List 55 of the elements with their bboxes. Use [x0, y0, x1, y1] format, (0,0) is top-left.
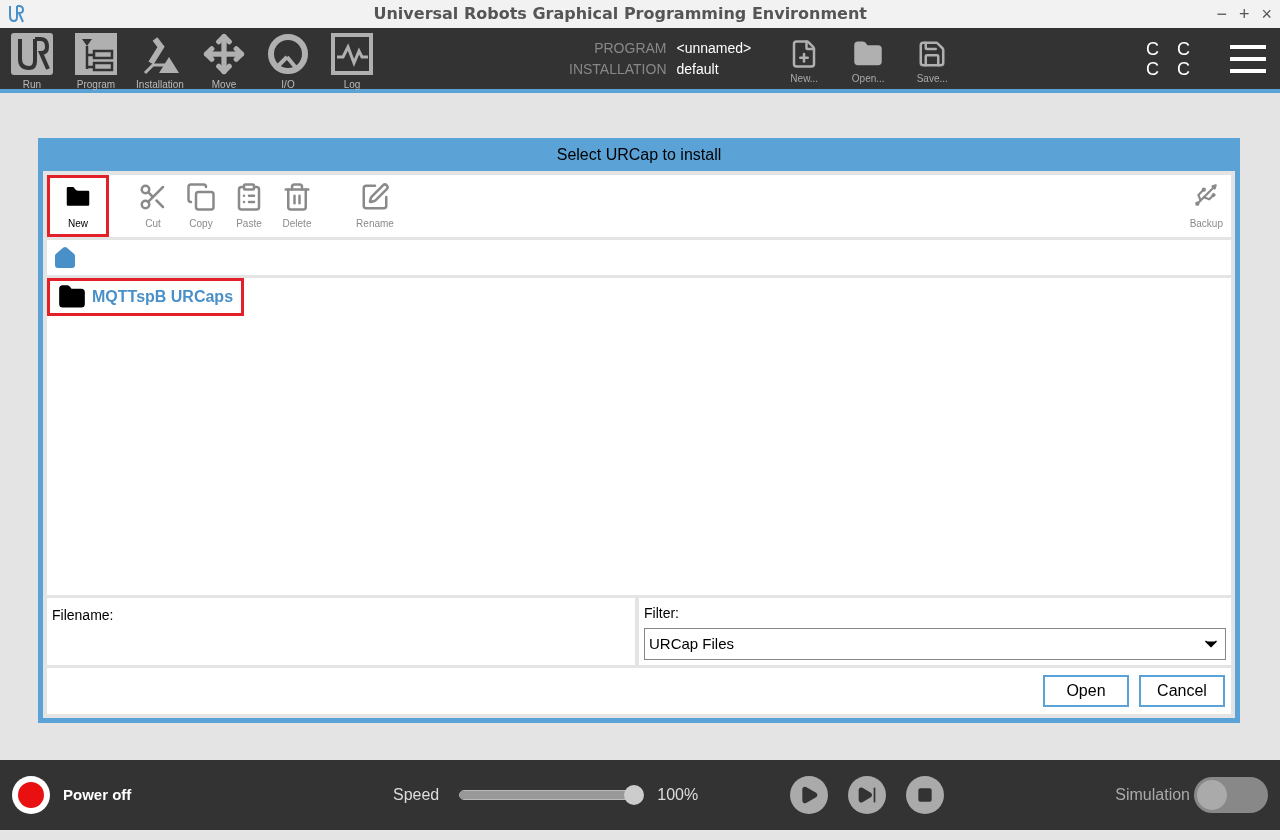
window-title: Universal Robots Graphical Programming Environment	[372, 3, 868, 25]
file-action-button[interactable]: Open...	[845, 31, 892, 86]
power-button[interactable]	[12, 776, 50, 814]
app-logo-icon	[8, 5, 24, 23]
pencil-square-icon	[360, 181, 390, 212]
speed-reading: 100%	[657, 785, 699, 805]
window-control[interactable]: −	[1216, 0, 1227, 28]
io-circle-icon	[267, 33, 309, 75]
info-value: <unnamed>	[676, 38, 752, 58]
window-control[interactable]: +	[1238, 0, 1250, 28]
window-control[interactable]: ×	[1261, 0, 1272, 28]
play-icon	[799, 785, 820, 805]
stop-button[interactable]	[906, 776, 945, 814]
menu-icon[interactable]	[1230, 43, 1266, 74]
move-arrows-icon	[203, 33, 245, 75]
logo-icon	[11, 33, 53, 75]
nav-tab[interactable]: Program	[74, 25, 118, 92]
status-letter: C	[1146, 58, 1159, 79]
toolbar-button[interactable]: New	[47, 175, 109, 237]
status-letter: C	[1177, 58, 1190, 79]
info-label: PROGRAM	[593, 38, 667, 58]
stop-icon	[917, 787, 934, 803]
status-letter: C	[1146, 38, 1159, 59]
filter-dropdown[interactable]: URCap Files	[644, 628, 1226, 660]
trash-icon	[282, 181, 312, 212]
usb-icon	[1193, 181, 1220, 208]
nav-tab[interactable]: Run	[10, 25, 54, 92]
filter-label: Filter:	[644, 604, 680, 623]
speed-label: Speed	[393, 785, 440, 805]
nav-tab[interactable]: Installation	[138, 25, 182, 92]
home-icon[interactable]	[53, 245, 77, 270]
nav-tab[interactable]: I/O	[266, 25, 310, 92]
step-button[interactable]	[848, 776, 887, 814]
file-action-button[interactable]: New...	[781, 31, 828, 86]
dialog-button[interactable]: Cancel	[1139, 675, 1225, 707]
simulation-label: Simulation	[1115, 785, 1190, 805]
program-tree-icon	[75, 33, 117, 75]
log-graph-icon	[331, 33, 373, 75]
play-button[interactable]	[790, 776, 829, 814]
step-forward-icon	[857, 785, 878, 805]
info-value: default	[676, 59, 720, 79]
copy-icon	[186, 181, 216, 212]
nav-tab[interactable]: Move	[202, 25, 246, 92]
status-letter: C	[1177, 38, 1190, 59]
simulation-toggle[interactable]	[1194, 777, 1268, 813]
backup-button[interactable]: Backup	[1189, 175, 1223, 237]
dialog-button[interactable]: Open	[1043, 675, 1129, 707]
file-action-button[interactable]: Save...	[909, 31, 956, 86]
nav-tab[interactable]: Log	[330, 25, 374, 92]
power-status: Power off	[63, 784, 133, 805]
slider-thumb[interactable]	[624, 785, 645, 805]
dialog-title: Select URCap to install	[555, 144, 723, 165]
filename-label: Filename:	[52, 607, 114, 623]
info-label: INSTALLATION	[569, 59, 667, 79]
folder-icon	[58, 283, 86, 311]
